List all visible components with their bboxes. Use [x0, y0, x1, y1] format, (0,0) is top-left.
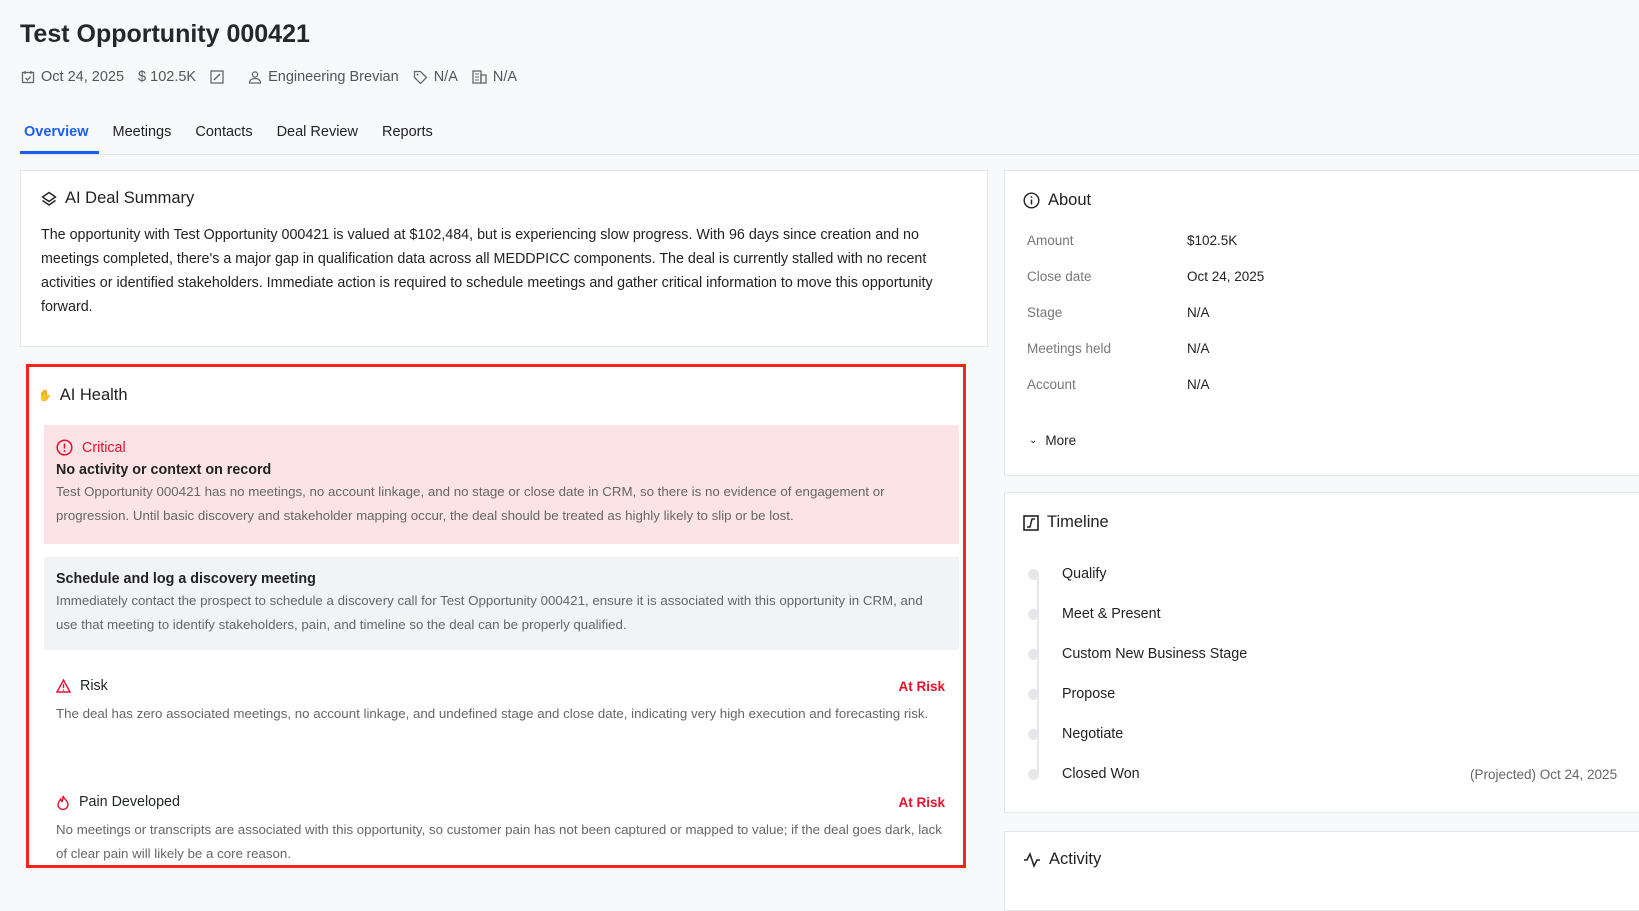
projected-close-date: (Projected) Oct 24, 2025 — [1470, 767, 1618, 782]
action-title: Schedule and log a discovery meeting — [56, 571, 316, 587]
tab-meetings[interactable]: Meetings — [109, 118, 182, 154]
flame-icon — [57, 795, 69, 810]
building-icon — [472, 70, 487, 84]
risk-status-badge: At Risk — [898, 678, 945, 694]
ai-deal-summary-card: AI Deal Summary The opportunity with Tes… — [20, 170, 988, 347]
about-title: About — [1048, 191, 1092, 209]
action-text: Immediately contact the prospect to sche… — [56, 593, 923, 632]
critical-label: Critical — [82, 439, 126, 456]
close-date: Oct 24, 2025 — [41, 69, 125, 85]
timeline-line — [1037, 578, 1039, 773]
opportunity-meta: Oct 24, 2025 $ 102.5K Engineering Brevia… — [21, 69, 517, 85]
tag-icon — [413, 70, 428, 84]
tab-overview[interactable]: Overview — [20, 118, 99, 154]
page-title: Test Opportunity 000421 — [20, 20, 310, 48]
about-row-account: Account N/A — [1027, 377, 1210, 392]
tab-reports[interactable]: Reports — [378, 118, 443, 154]
edit-icon[interactable] — [210, 70, 224, 84]
ai-health-card: ✋ AI Health Critical No activity or conte… — [26, 364, 966, 868]
tag-value: N/A — [433, 69, 458, 85]
pain-title: Pain Developed — [79, 794, 180, 810]
timeline-card: Timeline Qualify Meet & Present Custom N… — [1004, 492, 1639, 813]
about-row-stage: Stage N/A — [1027, 305, 1210, 320]
chevron-down-icon: ⌄ — [1029, 435, 1038, 446]
layers-icon — [41, 191, 57, 206]
health-item-risk: Risk At Risk The deal has zero associated… — [56, 678, 945, 726]
info-icon — [1023, 192, 1040, 209]
risk-title: Risk — [80, 678, 108, 694]
recommended-action: Schedule and log a discovery meeting Imm… — [44, 557, 959, 650]
calendar-icon — [21, 71, 35, 84]
activity-pulse-icon — [1024, 851, 1040, 868]
pain-text: No meetings or transcripts are associate… — [56, 822, 942, 861]
health-title: AI Health — [59, 386, 128, 404]
about-row-close-date: Close date Oct 24, 2025 — [1027, 269, 1265, 284]
stairs-chart-icon — [1023, 514, 1039, 531]
about-row-amount: Amount $102.5K — [1027, 233, 1238, 248]
summary-title: AI Deal Summary — [65, 189, 195, 207]
user-icon — [248, 71, 262, 84]
health-icon: ✋ — [38, 390, 52, 402]
timeline-title: Timeline — [1047, 513, 1109, 531]
critical-text: Test Opportunity 000421 has no meetings,… — [56, 484, 885, 523]
amount: $ 102.5K — [138, 69, 197, 85]
activity-title: Activity — [1049, 850, 1102, 868]
tab-deal-review[interactable]: Deal Review — [273, 118, 368, 154]
health-item-pain: Pain Developed At Risk No meetings or tra… — [56, 794, 945, 865]
account-value: N/A — [492, 69, 518, 85]
about-row-meetings-held: Meetings held N/A — [1027, 341, 1210, 356]
activity-card: Activity — [1004, 831, 1639, 911]
about-card: About Amount $102.5K Close date Oct 24, 20… — [1004, 170, 1639, 476]
critical-title: No activity or context on record — [56, 462, 272, 478]
alert-circle-icon — [56, 439, 73, 456]
risk-text: The deal has zero associated meetings, n… — [56, 706, 929, 721]
more-button[interactable]: ⌄ More — [1029, 433, 1076, 448]
owner: Engineering Brevian — [268, 69, 399, 85]
tab-contacts[interactable]: Contacts — [191, 118, 262, 154]
pain-status-badge: At Risk — [898, 794, 945, 810]
warning-triangle-icon — [56, 679, 71, 693]
summary-text: The opportunity with Test Opportunity 00… — [41, 227, 933, 315]
tab-bar: Overview Meetings Contacts Deal Review R… — [20, 118, 1639, 155]
critical-alert: Critical No activity or context on recor… — [44, 425, 959, 544]
